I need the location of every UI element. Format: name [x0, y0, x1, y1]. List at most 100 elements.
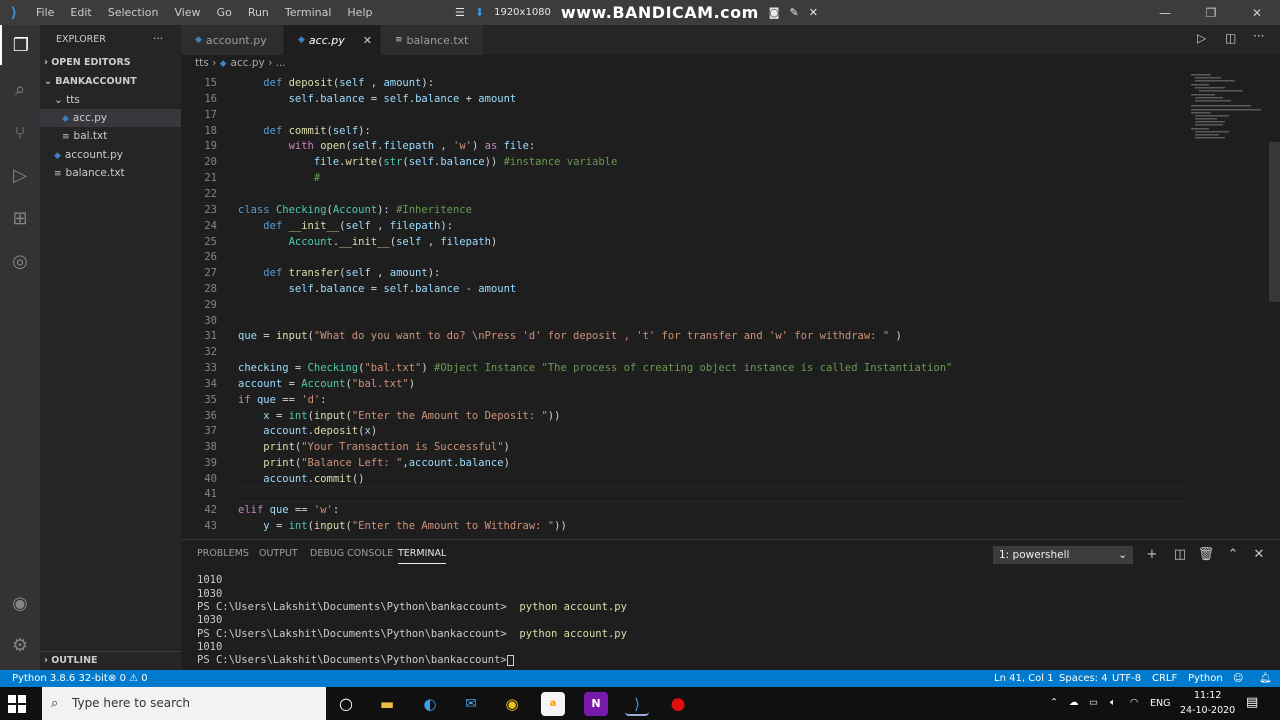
feedback-icon[interactable]: ☺ — [1233, 670, 1243, 687]
python-interpreter[interactable]: Python 3.8.6 32-bit — [12, 670, 108, 687]
folder-tts[interactable]: ⌄ tts — [40, 91, 181, 109]
tab-acc-py[interactable]: ◆ acc.py ✕ — [284, 25, 381, 55]
settings-gear-icon[interactable]: ⚙ — [0, 625, 40, 665]
menu-run[interactable]: Run — [240, 0, 277, 25]
open-editors-section[interactable]: › OPEN EDITORS — [40, 54, 181, 72]
vertical-scrollbar[interactable] — [1269, 142, 1280, 302]
close-panel-icon[interactable]: ✕ — [1249, 545, 1269, 565]
camera-icon[interactable]: ◙ — [769, 6, 780, 19]
file-balance-txt[interactable]: ≡ balance.txt — [40, 164, 181, 182]
menu-lines-icon[interactable]: ☰ — [455, 6, 465, 19]
tab-account-py[interactable]: ◆ account.py — [181, 25, 284, 55]
bandicam-record-icon[interactable]: ● — [666, 692, 690, 716]
code-line[interactable]: checking = Checking("bal.txt") #Object I… — [238, 360, 952, 376]
code-line[interactable]: print("Balance Left: ",account.balance) — [238, 455, 510, 471]
tab-problems[interactable]: PROBLEMS — [197, 548, 249, 559]
run-debug-icon[interactable]: ▷ — [0, 155, 40, 195]
code-line[interactable]: def __init__(self , filepath): — [238, 218, 453, 234]
source-control-icon[interactable]: ⑂ — [0, 113, 40, 153]
code-line[interactable]: account.commit() — [238, 471, 364, 487]
language-mode[interactable]: Python — [1188, 670, 1223, 687]
tab-balance-txt[interactable]: ≡ balance.txt — [381, 25, 484, 55]
edge-icon[interactable]: ◐ — [418, 692, 442, 716]
account-icon[interactable]: ◉ — [0, 583, 40, 623]
new-terminal-icon[interactable]: + — [1142, 545, 1162, 565]
terminal-input-line[interactable]: PS C:\Users\Lakshit\Documents\Python\ban… — [197, 654, 514, 667]
code-line[interactable]: account = Account("bal.txt") — [238, 376, 415, 392]
problems-indicator[interactable]: ⊗ 0 ⚠ 0 — [108, 670, 148, 687]
breadcrumb-folder[interactable]: tts — [195, 57, 209, 69]
clock-time[interactable]: 11:12 — [1194, 690, 1221, 701]
volume-icon[interactable]: 🔈︎ — [1110, 697, 1116, 708]
extensions-icon[interactable]: ⊞ — [0, 198, 40, 238]
onenote-icon[interactable]: N — [584, 692, 608, 716]
menu-selection[interactable]: Selection — [100, 0, 167, 25]
chevron-up-icon[interactable]: ⌃ — [1050, 697, 1058, 708]
wifi-icon[interactable]: ◠ — [1130, 697, 1138, 708]
file-account-py[interactable]: ◆ account.py — [40, 146, 181, 164]
language-indicator[interactable]: ENG — [1150, 698, 1170, 709]
close-tab-icon[interactable]: ✕ — [363, 34, 372, 47]
pencil-icon[interactable]: ✎ — [789, 6, 798, 19]
menu-edit[interactable]: Edit — [62, 0, 99, 25]
taskbar-search-input[interactable]: ⌕ Type here to search — [42, 687, 326, 720]
explorer-icon[interactable]: ❐ — [0, 25, 40, 65]
file-acc-py[interactable]: ◆ acc.py — [40, 109, 181, 127]
notifications-icon[interactable]: ▤ — [1246, 695, 1258, 710]
code-line[interactable]: Account.__init__(self , filepath) — [238, 234, 498, 250]
close-recording-icon[interactable]: ✕ — [809, 6, 818, 19]
menu-view[interactable]: View — [166, 0, 208, 25]
breadcrumb-file[interactable]: acc.py — [231, 57, 265, 69]
windows-start-icon[interactable] — [8, 695, 26, 713]
code-line[interactable]: print("Your Transaction is Successful") — [238, 439, 510, 455]
project-section[interactable]: ⌄ BANKACCOUNT — [40, 73, 181, 91]
chevron-up-icon[interactable]: ⌃ — [1223, 545, 1243, 565]
bell-icon[interactable]: 🔔︎ — [1259, 670, 1272, 687]
code-line[interactable]: file.write(str(self.balance)) #instance … — [238, 154, 618, 170]
tab-output[interactable]: OUTPUT — [259, 548, 298, 559]
tab-debug-console[interactable]: DEBUG CONSOLE — [310, 548, 393, 559]
cursor-position[interactable]: Ln 41, Col 1 — [994, 670, 1054, 687]
file-explorer-icon[interactable]: ▬ — [375, 692, 399, 716]
clock-date[interactable]: 24-10-2020 — [1180, 705, 1235, 716]
menu-terminal[interactable]: Terminal — [277, 0, 340, 25]
code-line[interactable]: account.deposit(x) — [238, 423, 377, 439]
indentation[interactable]: Spaces: 4 — [1059, 670, 1108, 687]
menu-file[interactable]: File — [28, 0, 62, 25]
mail-icon[interactable]: ✉ — [459, 692, 483, 716]
search-icon[interactable]: ⌕ — [0, 69, 40, 109]
code-line[interactable]: def transfer(self , amount): — [238, 265, 440, 281]
run-icon[interactable]: ▷ — [1197, 31, 1206, 45]
code-line[interactable]: # — [238, 170, 320, 186]
minimize-icon[interactable]: — — [1142, 0, 1188, 25]
code-line[interactable]: def commit(self): — [238, 123, 371, 139]
restore-icon[interactable]: ❐ — [1188, 0, 1234, 25]
split-editor-icon[interactable]: ◫ — [1225, 31, 1236, 45]
encoding[interactable]: UTF-8 — [1112, 670, 1141, 687]
menu-help[interactable]: Help — [339, 0, 380, 25]
battery-icon[interactable]: ▭ — [1089, 697, 1098, 708]
close-window-icon[interactable]: ✕ — [1234, 0, 1280, 25]
code-line[interactable]: def deposit(self , amount): — [238, 75, 434, 91]
menu-go[interactable]: Go — [209, 0, 240, 25]
line-ending[interactable]: CRLF — [1152, 670, 1177, 687]
chrome-icon[interactable]: ◉ — [500, 692, 524, 716]
code-editor[interactable]: 15 16 17 18 19 20 21 22 23 24 25 26 27 28 29 30 31 32 33 34… — [181, 72, 1280, 539]
vscode-taskbar-icon[interactable]: ⟩ — [625, 692, 649, 716]
pin-icon[interactable]: ⬇ — [475, 6, 484, 19]
tab-terminal[interactable]: TERMINAL — [398, 548, 447, 564]
network-icon[interactable]: ☁ — [1069, 697, 1079, 708]
amazon-icon[interactable]: a — [541, 692, 565, 716]
code-line[interactable]: self.balance = self.balance + amount — [238, 91, 517, 107]
outline-section[interactable]: › OUTLINE — [40, 651, 181, 669]
code-line[interactable]: que = input("What do you want to do? \nP… — [238, 328, 902, 344]
code-line[interactable]: self.balance = self.balance - amount — [238, 281, 517, 297]
code-line[interactable]: with open(self.filepath , 'w') as file: — [238, 138, 536, 154]
file-bal-txt[interactable]: ≡ bal.txt — [40, 127, 181, 145]
trash-icon[interactable]: 🗑 — [1196, 545, 1216, 565]
breadcrumb-symbol[interactable]: ... — [276, 57, 286, 69]
task-view-icon[interactable]: ○ — [334, 692, 358, 716]
remote-icon[interactable]: ◎ — [0, 241, 40, 281]
code-line[interactable]: class Checking(Account): #Inheritence — [238, 202, 472, 218]
more-actions-icon[interactable]: ··· — [1253, 29, 1264, 43]
